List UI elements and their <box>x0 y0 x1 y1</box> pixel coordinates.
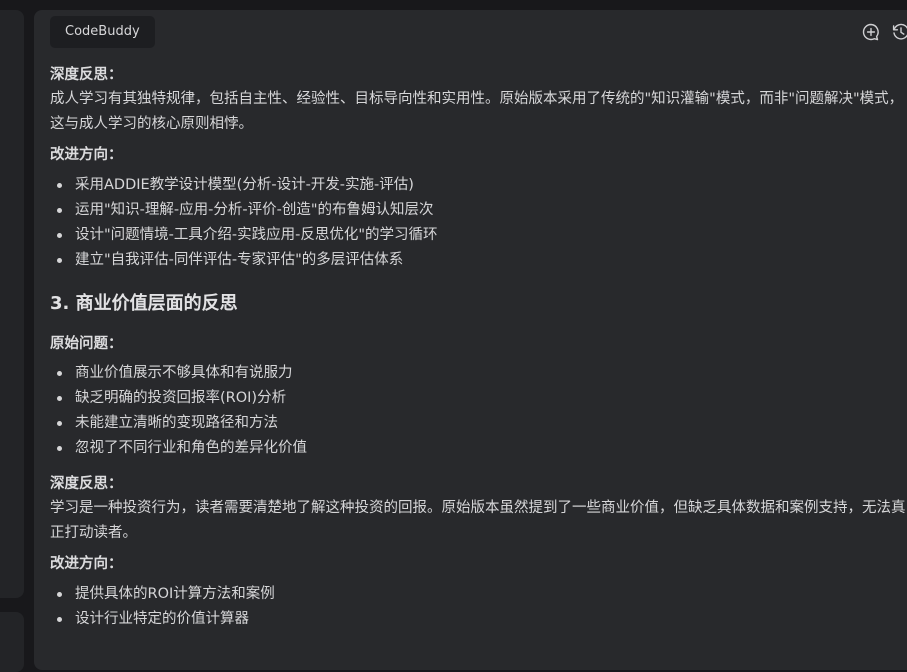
message-content: 深度反思： 成人学习有其独特规律，包括自主性、经验性、目标导向性和实用性。原始版… <box>50 63 907 632</box>
history-icon[interactable] <box>891 22 907 42</box>
bullet-list: 商业价值展示不够具体和有说服力 缺乏明确的投资回报率(ROI)分析 未能建立清晰… <box>50 361 907 461</box>
codebuddy-tab[interactable]: CodeBuddy <box>50 16 155 48</box>
section-label: 深度反思： <box>50 476 123 492</box>
list-item: 设计"问题情境-工具介绍-实践应用-反思优化"的学习循环 <box>50 223 907 248</box>
bullet-list: 采用ADDIE教学设计模型(分析-设计-开发-实施-评估) 运用"知识-理解-应… <box>50 173 907 273</box>
section-label: 原始问题： <box>50 336 123 352</box>
list-item: 提供具体的ROI计算方法和案例 <box>50 582 907 607</box>
new-chat-icon[interactable] <box>861 22 881 42</box>
list-item: 运用"知识-理解-应用-分析-评价-创造"的布鲁姆认知层次 <box>50 198 907 223</box>
list-item: 采用ADDIE教学设计模型(分析-设计-开发-实施-评估) <box>50 173 907 198</box>
paragraph: 学习是一种投资行为，读者需要清楚地了解这种投资的回报。原始版本虽然提到了一些商业… <box>50 500 906 541</box>
section-heading: 3. 商业价值层面的反思 <box>50 293 238 314</box>
list-item: 缺乏明确的投资回报率(ROI)分析 <box>50 386 907 411</box>
paragraph: 成人学习有其独特规律，包括自主性、经验性、目标导向性和实用性。原始版本采用了传统… <box>50 91 904 132</box>
list-item: 商业价值展示不够具体和有说服力 <box>50 361 907 386</box>
section-label: 深度反思： <box>50 67 123 83</box>
chat-panel: CodeBuddy 深度反思： 成人学习有其独特规律，包括自主性、经验性、目标导… <box>34 10 907 670</box>
list-item: 忽视了不同行业和角色的差异化价值 <box>50 436 907 461</box>
list-item: 设计行业特定的价值计算器 <box>50 607 907 632</box>
list-item: 建立"自我评估-同伴评估-专家评估"的多层评估体系 <box>50 248 907 273</box>
side-panel-lower <box>0 612 24 672</box>
section-label: 改进方向： <box>50 147 123 163</box>
side-panel <box>0 10 24 598</box>
section-label: 改进方向： <box>50 556 123 572</box>
list-item: 未能建立清晰的变现路径和方法 <box>50 411 907 436</box>
bullet-list: 提供具体的ROI计算方法和案例 设计行业特定的价值计算器 <box>50 582 907 632</box>
